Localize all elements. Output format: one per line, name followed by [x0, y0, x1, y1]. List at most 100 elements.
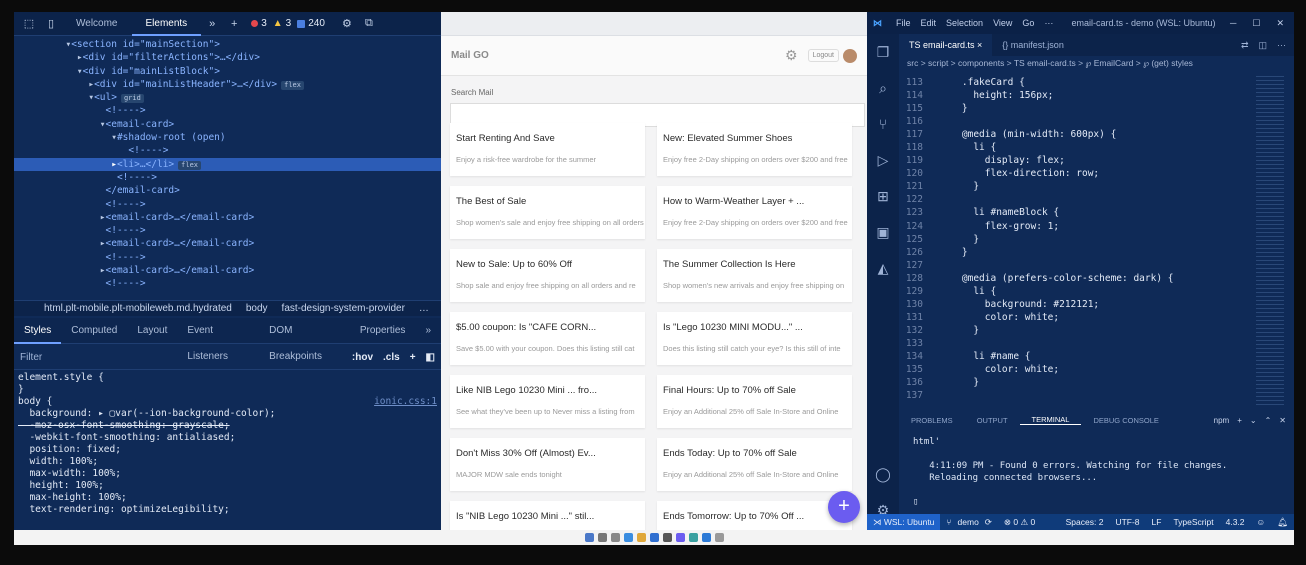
- style-rule-line[interactable]: position: fixed;: [18, 444, 441, 456]
- code-line[interactable]: 121 }: [899, 180, 1244, 193]
- email-card[interactable]: How to Warm-Weather Layer + ... Enjoy fre…: [657, 186, 852, 239]
- error-count[interactable]: 3: [251, 18, 267, 29]
- expand-arrow-icon[interactable]: [14, 225, 106, 236]
- azure-icon[interactable]: ◭: [867, 250, 899, 286]
- minimap[interactable]: [1256, 76, 1284, 406]
- close-icon[interactable]: ✕: [1276, 18, 1284, 29]
- layout-badge[interactable]: grid: [120, 94, 144, 104]
- code-line[interactable]: 120 flex-direction: row;: [899, 167, 1244, 180]
- close-panel-icon[interactable]: ✕: [1279, 416, 1286, 425]
- subtab-styles[interactable]: Styles: [14, 318, 62, 344]
- terminal-shell-label[interactable]: npm: [1214, 416, 1230, 425]
- status-encoding[interactable]: UTF-8: [1109, 517, 1145, 527]
- search-icon[interactable]: [597, 533, 607, 542]
- expand-arrow-icon[interactable]: ▸: [14, 265, 106, 276]
- breadcrumb-body[interactable]: body: [246, 303, 268, 314]
- status-problems[interactable]: ⊗ 0 ⚠ 0: [998, 517, 1041, 528]
- email-card[interactable]: Don't Miss 30% Off (Almost) Ev... MAJOR M…: [450, 438, 645, 491]
- code-line[interactable]: 123 li #nameBlock {: [899, 206, 1244, 219]
- status-version[interactable]: 4.3.2: [1220, 517, 1251, 527]
- explorer-icon[interactable]: ❐: [867, 34, 899, 70]
- code-editor[interactable]: 113 .fakeCard {114 height: 156px; 115 } 11…: [899, 76, 1244, 406]
- expand-arrow-icon[interactable]: [14, 145, 128, 156]
- expand-arrow-icon[interactable]: [14, 199, 106, 210]
- edge-icon[interactable]: [623, 533, 633, 542]
- dom-node-line[interactable]: ▾<div id="mainListBlock">: [14, 65, 441, 78]
- tab-welcome[interactable]: Welcome: [62, 12, 132, 36]
- dom-node-line[interactable]: ▸<li>…</li> flex: [14, 157, 441, 171]
- panel-tab-terminal[interactable]: TERMINAL: [1019, 415, 1082, 425]
- settings-gear-icon[interactable]: ⚙: [785, 47, 798, 64]
- panel-tab-output[interactable]: OUTPUT: [965, 416, 1020, 425]
- new-rule-icon[interactable]: +: [410, 352, 416, 363]
- email-card[interactable]: The Summer Collection Is Here Shop women'…: [657, 249, 852, 302]
- code-line[interactable]: 115 }: [899, 102, 1244, 115]
- terminal-output[interactable]: html' 4:11:09 PM - Found 0 errors. Watch…: [913, 436, 1294, 508]
- code-line[interactable]: 114 height: 156px;: [899, 89, 1244, 102]
- status-feedback-icon[interactable]: ☺: [1251, 517, 1272, 527]
- info-count[interactable]: 240: [297, 18, 325, 29]
- status-sync-icon[interactable]: ⟳: [979, 517, 998, 528]
- vscode-taskbar-icon[interactable]: [649, 533, 659, 542]
- menu-go[interactable]: Go: [1022, 18, 1034, 28]
- hov-toggle[interactable]: :hov: [352, 352, 373, 363]
- expand-arrow-icon[interactable]: ▾: [14, 119, 106, 130]
- menu-selection[interactable]: Selection: [946, 18, 983, 28]
- store-icon[interactable]: [688, 533, 698, 542]
- subtab-computed[interactable]: Computed: [61, 318, 127, 344]
- dom-node-line[interactable]: <!---->: [14, 198, 441, 211]
- email-card[interactable]: Is "Lego 10230 MINI MODU..." ... Does thi…: [657, 312, 852, 365]
- status-spaces[interactable]: Spaces: 2: [1060, 517, 1110, 527]
- style-rule-line[interactable]: -moz-osx-font-smoothing: grayscale;: [18, 420, 441, 432]
- avatar[interactable]: [843, 48, 857, 63]
- layout-badge[interactable]: flex: [178, 160, 202, 170]
- expand-arrow-icon[interactable]: ▸: [14, 238, 106, 249]
- code-line[interactable]: 119 display: flex;: [899, 154, 1244, 167]
- dom-node-line[interactable]: <!---->: [14, 144, 441, 157]
- dom-node-line[interactable]: ▾<ul> grid: [14, 91, 441, 104]
- email-card[interactable]: Start Renting And Save Enjoy a risk-free …: [450, 123, 645, 176]
- menu-more[interactable]: ···: [1044, 18, 1053, 28]
- code-line[interactable]: 124 flex-grow: 1;: [899, 220, 1244, 233]
- dom-node-line[interactable]: ▸<div id="mainListHeader">…</div> flex: [14, 78, 441, 91]
- style-rule-line[interactable]: -webkit-font-smoothing: antialiased;: [18, 432, 441, 444]
- styles-filter-input[interactable]: Filter: [20, 352, 42, 363]
- email-card[interactable]: $5.00 coupon: Is "CAFE CORN... Save $5.00…: [450, 312, 645, 365]
- status-notifications-icon[interactable]: 🔔︎: [1271, 517, 1294, 528]
- start-icon[interactable]: [584, 533, 594, 542]
- dom-node-line[interactable]: <!---->: [14, 104, 441, 117]
- email-card[interactable]: The Best of Sale Shop women's sale and en…: [450, 186, 645, 239]
- email-card[interactable]: Is "NIB Lego 10230 Mini ..." stil...: [450, 501, 645, 530]
- menu-view[interactable]: View: [993, 18, 1012, 28]
- tab-email-card-ts[interactable]: TS email-card.ts ×: [899, 34, 993, 56]
- app-taskbar-icon[interactable]: [675, 533, 685, 542]
- email-card[interactable]: New to Sale: Up to 60% Off Shop sale and …: [450, 249, 645, 302]
- more-tabs-icon[interactable]: »: [204, 16, 220, 32]
- expand-arrow-icon[interactable]: [14, 252, 106, 263]
- compare-icon[interactable]: ⇄: [1241, 40, 1249, 51]
- maximize-panel-icon[interactable]: ⌃: [1265, 416, 1272, 425]
- status-eol[interactable]: LF: [1146, 517, 1168, 527]
- code-line[interactable]: 134 li #name {: [899, 350, 1244, 363]
- status-language[interactable]: TypeScript: [1167, 517, 1219, 527]
- subtab-layout[interactable]: Layout: [127, 318, 177, 344]
- cls-toggle[interactable]: .cls: [383, 352, 400, 363]
- dom-node-line[interactable]: </email-card>: [14, 184, 441, 197]
- expand-arrow-icon[interactable]: [14, 172, 117, 183]
- expand-arrow-icon[interactable]: ▸: [14, 212, 106, 223]
- code-line[interactable]: 125 }: [899, 233, 1244, 246]
- panel-tab-debug-console[interactable]: DEBUG CONSOLE: [1081, 416, 1170, 425]
- dom-node-line[interactable]: ▾#shadow-root (open): [14, 131, 441, 144]
- layout-badge[interactable]: flex: [281, 80, 304, 90]
- tab-manifest-json[interactable]: {} manifest.json: [992, 34, 1074, 56]
- source-control-icon[interactable]: ⑂: [867, 106, 899, 142]
- breadcrumb-more[interactable]: …: [419, 303, 429, 314]
- styles-filter-bar[interactable]: Filter :hov .cls + ◧: [14, 346, 441, 370]
- editor-breadcrumb[interactable]: src > script > components > TS email-car…: [907, 58, 1193, 69]
- code-line[interactable]: 117 @media (min-width: 600px) {: [899, 128, 1244, 141]
- dom-node-line[interactable]: ▸<email-card>…</email-card>: [14, 237, 441, 250]
- panel-tab-problems[interactable]: PROBLEMS: [899, 416, 965, 425]
- code-line[interactable]: 118 li {: [899, 141, 1244, 154]
- subtab-dom-breakpoints[interactable]: DOM Breakpoints: [259, 318, 350, 362]
- expand-arrow-icon[interactable]: ▾: [14, 92, 94, 103]
